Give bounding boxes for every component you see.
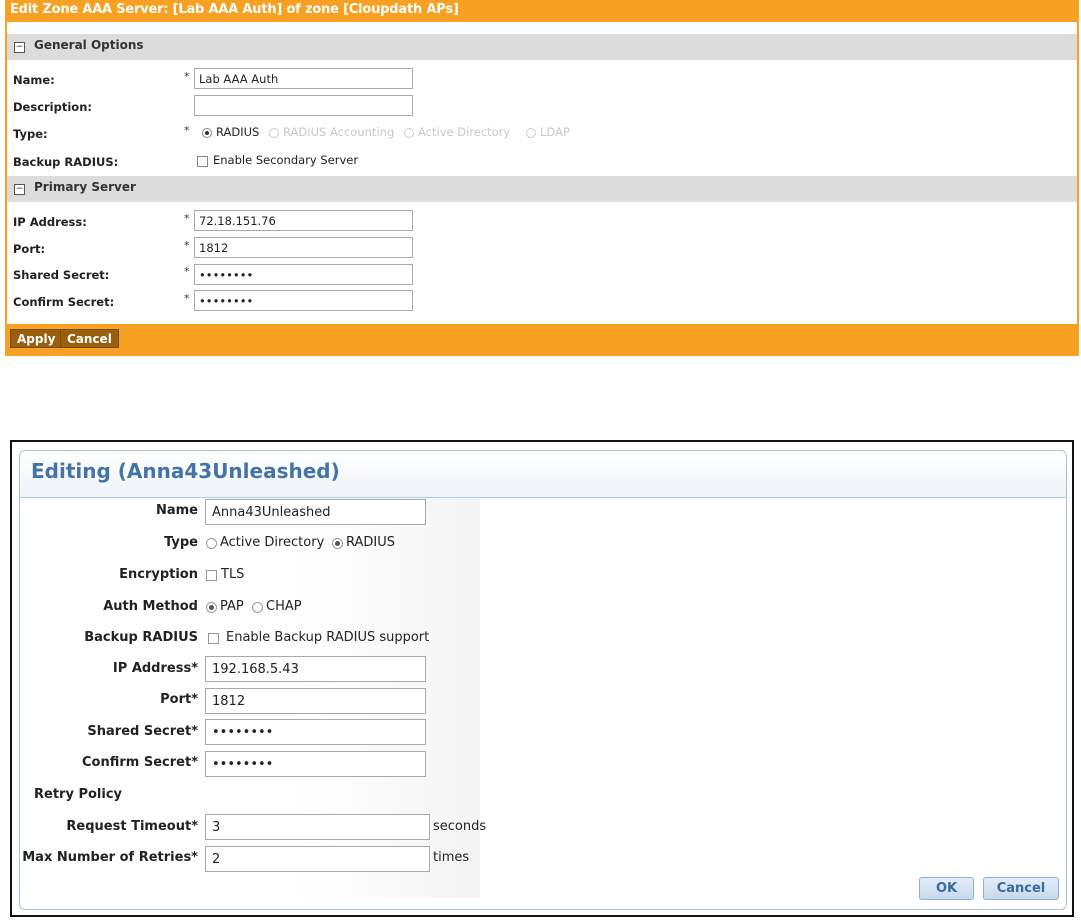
section-general-options[interactable]: − General Options [7,34,1077,60]
max-retries-label: Max Number of Retries* [22,850,198,865]
required-marker: * [184,124,190,137]
type-option-label: LDAP [540,125,570,139]
apply-button[interactable]: Apply [10,329,63,348]
type-option-label: RADIUS [346,535,396,550]
required-marker: * [184,70,190,83]
auth-pap-radio[interactable] [206,602,217,613]
enable-secondary-checkbox[interactable] [197,156,208,167]
cancel-button[interactable]: Cancel [60,329,119,348]
section-title: General Options [34,38,144,52]
ip-address-label: IP Address: [13,215,87,229]
backup-radius-label: Backup RADIUS [84,630,198,645]
shared-secret-input[interactable]: •••••••• [205,719,426,745]
type-option-label: RADIUS [216,125,260,139]
ip-address-input[interactable]: 72.18.151.76 [194,210,413,231]
name-input[interactable]: Anna43Unleashed [205,499,426,525]
retries-unit: times [433,850,470,865]
auth-option-label: PAP [220,599,244,614]
panel-title: Edit Zone AAA Server: [Lab AAA Auth] of … [10,2,459,17]
ip-address-input[interactable]: 192.168.5.43 [205,656,426,682]
description-input[interactable] [194,95,413,116]
request-timeout-input[interactable]: 3 [205,814,430,840]
request-timeout-label: Request Timeout* [66,819,198,834]
name-input[interactable]: Lab AAA Auth [194,68,413,89]
type-radius-accounting-radio [269,128,279,138]
enable-secondary-label: Enable Secondary Server [213,153,359,167]
dialog-title: Editing (Anna43Unleashed) [31,459,340,483]
panel-body: − General Options Name: * Lab AAA Auth D… [7,22,1077,324]
auth-method-label: Auth Method [103,599,198,614]
required-marker: * [184,239,190,252]
ip-address-label: IP Address* [112,661,198,676]
confirm-secret-input[interactable]: •••••••• [194,290,413,311]
shared-secret-input[interactable]: •••••••• [194,264,413,285]
backup-radius-label: Backup RADIUS: [13,155,119,169]
enable-backup-radius-label: Enable Backup RADIUS support [226,630,430,645]
required-marker: * [184,212,190,225]
port-input[interactable]: 1812 [194,237,413,258]
section-primary-server[interactable]: − Primary Server [7,176,1077,202]
section-title: Primary Server [34,180,136,194]
max-retries-input[interactable]: 2 [205,846,430,872]
type-active-directory-radio [404,128,414,138]
tls-checkbox[interactable] [206,570,217,581]
shared-secret-label: Shared Secret: [13,268,110,282]
auth-option-label: CHAP [266,599,302,614]
type-option-label: Active Directory [220,535,325,550]
screenshot-frame: Editing (Anna43Unleashed) Name Anna43Unl… [10,440,1074,917]
enable-backup-radius-checkbox[interactable] [208,633,219,644]
collapse-icon[interactable]: − [14,184,25,195]
collapse-icon[interactable]: − [14,42,25,53]
port-label: Port: [13,242,46,256]
shared-secret-label: Shared Secret* [87,724,198,739]
required-marker: * [184,292,190,305]
port-input[interactable]: 1812 [205,688,426,714]
description-label: Description: [13,100,92,114]
type-radius-radio[interactable] [202,128,212,138]
type-label: Type: [13,127,48,141]
editing-dialog: Editing (Anna43Unleashed) Name Anna43Unl… [19,450,1067,910]
type-active-directory-radio[interactable] [206,538,217,549]
dialog-header: Editing (Anna43Unleashed) [20,451,1066,498]
retry-policy-heading: Retry Policy [34,787,123,802]
ok-button[interactable]: OK [919,877,974,900]
timeout-unit: seconds [433,819,487,834]
type-ldap-radio [526,128,536,138]
encryption-label: Encryption [119,567,198,582]
confirm-secret-label: Confirm Secret* [82,755,198,770]
type-label: Type [164,535,198,550]
confirm-secret-label: Confirm Secret: [13,295,115,309]
zone-aaa-edit-panel: Edit Zone AAA Server: [Lab AAA Auth] of … [5,0,1079,356]
tls-label: TLS [221,567,245,582]
type-radius-radio[interactable] [332,538,343,549]
name-label: Name [155,503,198,518]
port-label: Port* [160,692,198,707]
required-marker: * [184,265,190,278]
type-option-label: RADIUS Accounting [283,125,395,139]
cancel-button[interactable]: Cancel [983,877,1059,900]
type-option-label: Active Directory [418,125,511,139]
name-label: Name: [13,73,55,87]
confirm-secret-input[interactable]: •••••••• [205,751,426,777]
auth-chap-radio[interactable] [252,602,263,613]
